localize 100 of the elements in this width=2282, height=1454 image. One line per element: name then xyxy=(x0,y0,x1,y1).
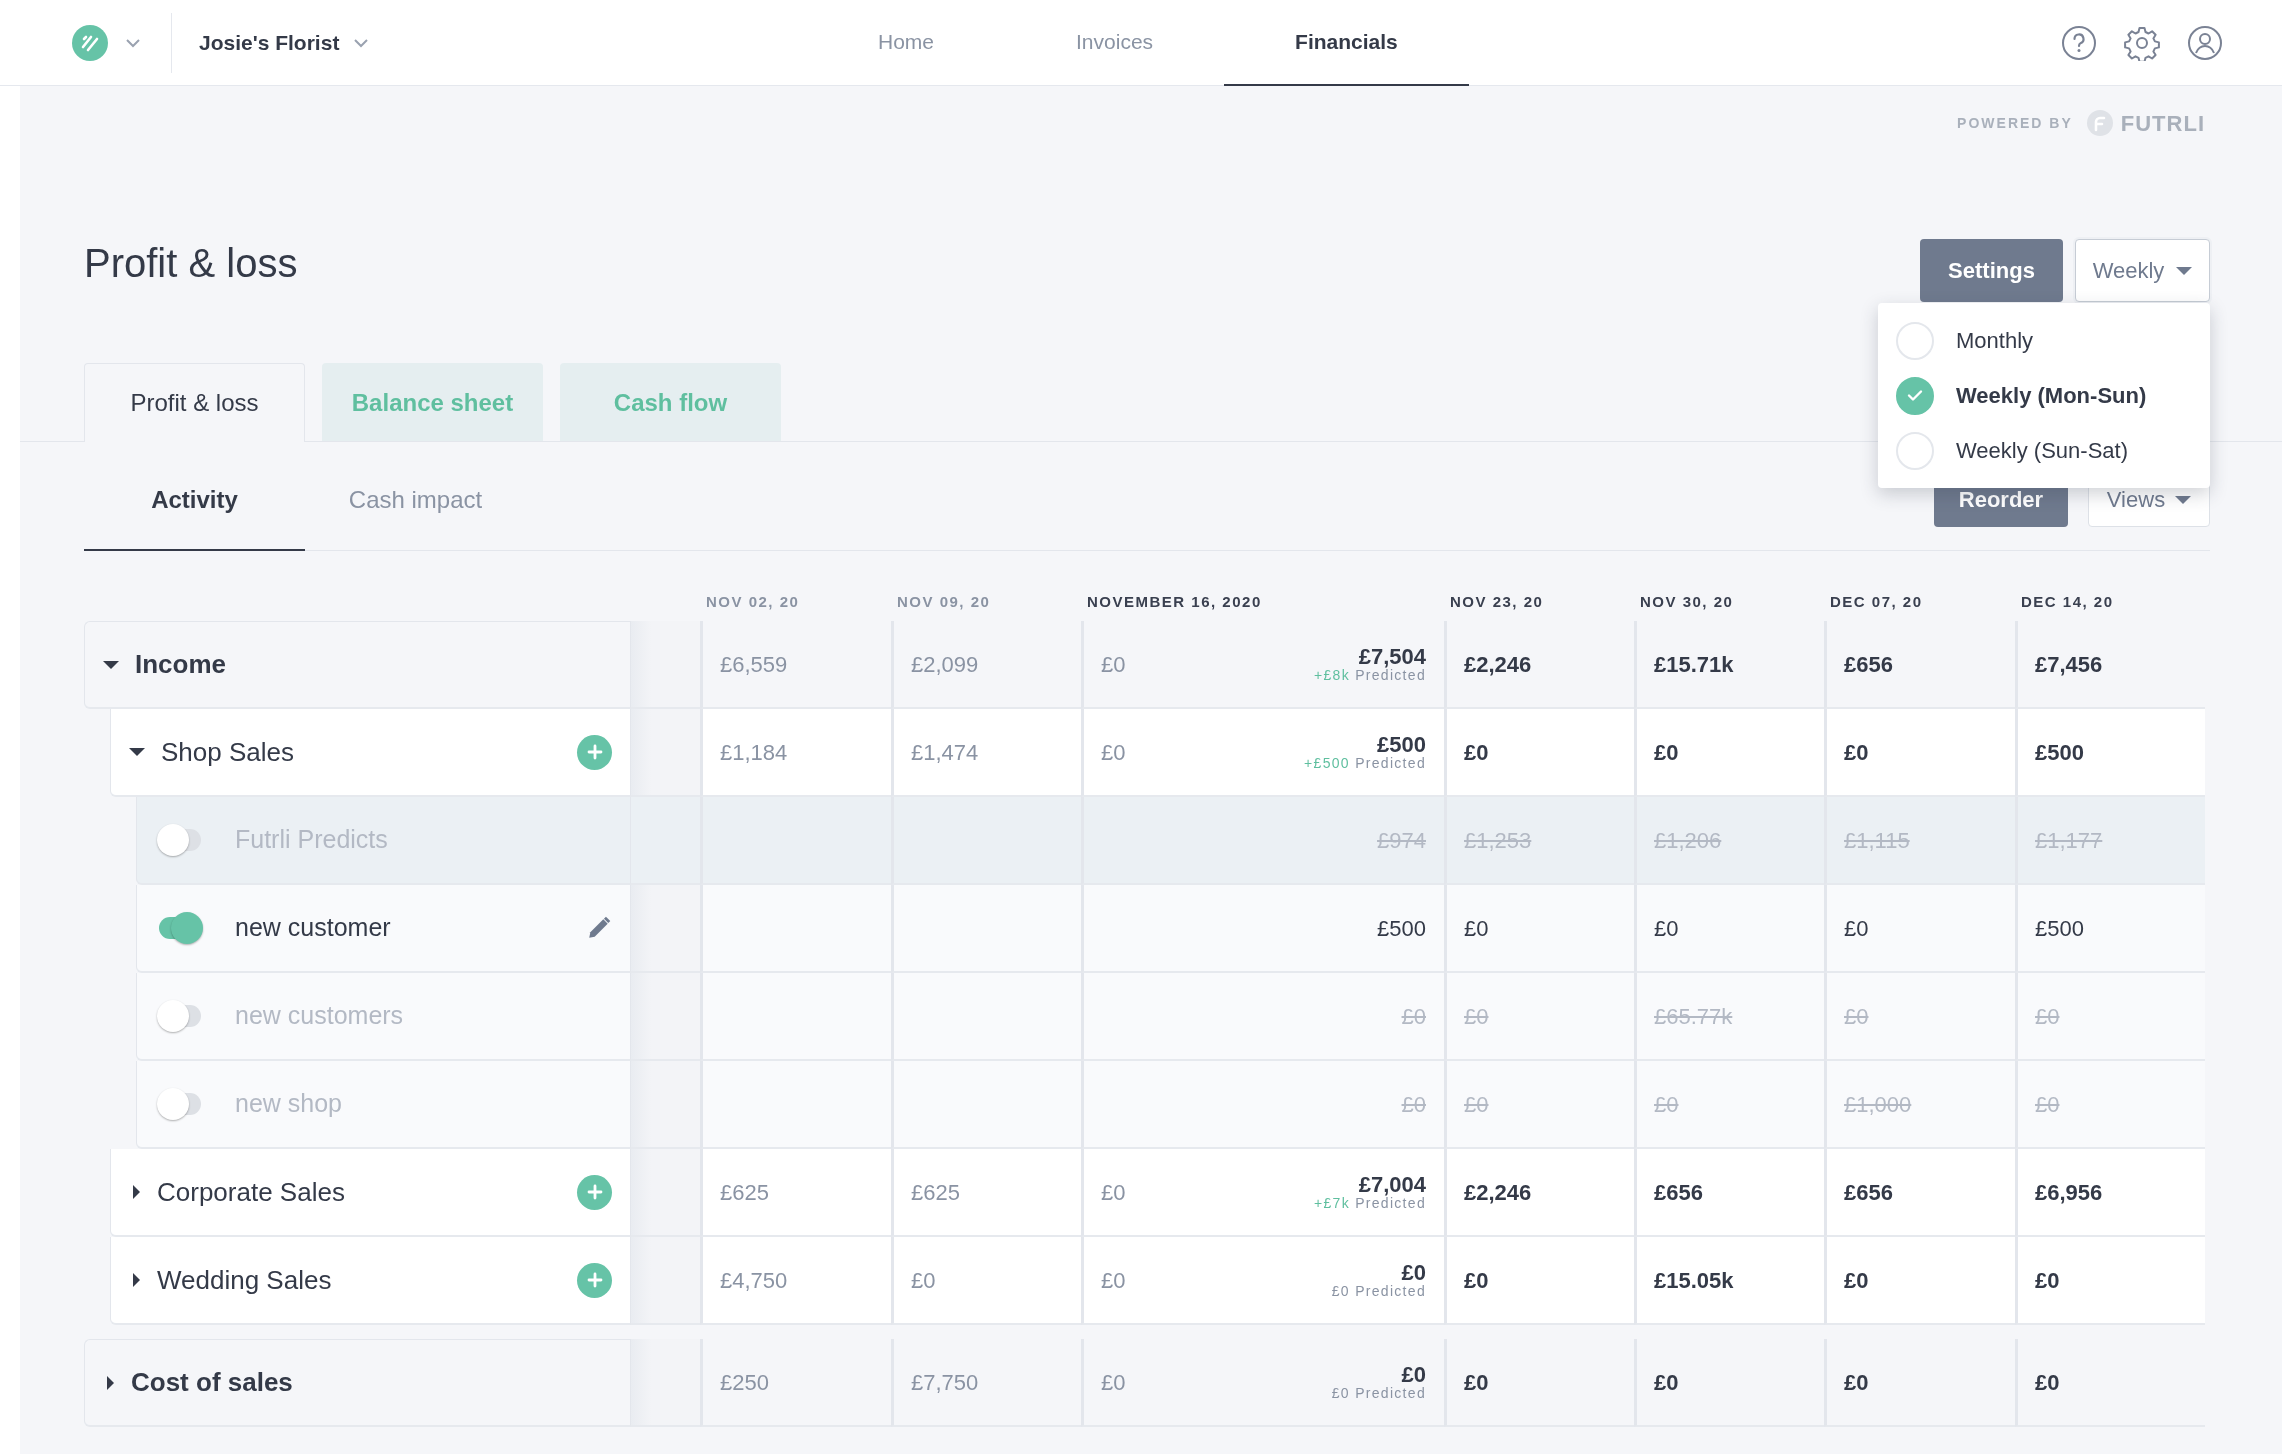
company-name[interactable]: Josie's Florist xyxy=(199,26,340,59)
option-label: Monthly xyxy=(1956,327,2034,355)
column-header: NOV 30, 20 xyxy=(1639,591,1735,612)
table-cell: £500 xyxy=(2015,885,2205,973)
settings-button[interactable]: Settings xyxy=(1920,239,2063,302)
row-label: Futrli Predicts xyxy=(235,824,388,856)
predicted-label: Predicted xyxy=(1355,1195,1426,1212)
caret-icon[interactable] xyxy=(133,1273,140,1287)
subtab[interactable]: Activity xyxy=(84,442,305,551)
table-cell: £625 xyxy=(700,1149,891,1237)
table-cell: £656 xyxy=(1634,1149,1824,1237)
actual-amount: £0 xyxy=(1101,650,1126,679)
predicted-total: £7,004 xyxy=(1358,1173,1426,1197)
actual-amount: £0 xyxy=(1101,1266,1126,1295)
table-cell: £2,246 xyxy=(1444,1149,1634,1237)
logo-icon[interactable] xyxy=(72,24,108,61)
page-title: Profit & loss xyxy=(84,240,298,287)
predicted-total: £500 xyxy=(1377,733,1426,757)
powered-by-label: POWERED BY xyxy=(1957,113,2073,133)
dropdown-option[interactable]: Weekly (Mon-Sun) xyxy=(1878,368,2210,423)
predicted-label: Predicted xyxy=(1355,755,1426,772)
table-cell: £0 xyxy=(891,1237,1081,1325)
edit-button[interactable] xyxy=(586,915,612,941)
chevron-icon[interactable] xyxy=(125,37,141,48)
table-cell: £0 xyxy=(2015,1339,2205,1427)
table-cell: £0 xyxy=(1444,1339,1634,1427)
option-label: Weekly (Mon-Sun) xyxy=(1956,382,2147,410)
table-cell: £1,206 xyxy=(1634,797,1824,885)
nav-link[interactable]: Home xyxy=(807,0,1006,86)
add-button[interactable] xyxy=(577,1174,612,1210)
actual-amount: £0 xyxy=(1101,1178,1126,1207)
chevron-icon[interactable] xyxy=(353,37,370,48)
table-cell: £0 xyxy=(1824,1237,2015,1325)
predicted-total: £0 xyxy=(1401,1261,1426,1285)
column-header: DEC 07, 20 xyxy=(1829,591,1924,612)
caret-icon[interactable] xyxy=(133,1185,140,1199)
table-cell: £2,246 xyxy=(1444,621,1634,709)
table-cell: £1,115 xyxy=(1824,797,2015,885)
actual-amount: £0 xyxy=(1101,738,1126,767)
table-cell: £0 xyxy=(1824,973,2015,1061)
table-cell: £4,750 xyxy=(700,1237,891,1325)
table-cell: £656 xyxy=(1824,1149,2015,1237)
table-cell: £65.77k xyxy=(1634,973,1824,1061)
table-cell: £15.71k xyxy=(1634,621,1824,709)
radio-button[interactable] xyxy=(1896,376,1934,415)
nav-link[interactable]: Invoices xyxy=(1005,0,1225,86)
row-label: new customer xyxy=(235,912,391,944)
column-header: NOV 23, 20 xyxy=(1449,591,1545,612)
column-header: DEC 14, 20 xyxy=(2020,591,2115,612)
table-cell: £0 xyxy=(2015,1237,2205,1325)
table-cell: £0 xyxy=(2015,1061,2205,1149)
dropdown-option[interactable]: Monthly xyxy=(1878,313,2210,368)
caret-icon xyxy=(2175,495,2192,504)
table-cell: £7,750 xyxy=(891,1339,1081,1427)
subtab[interactable]: Cash impact xyxy=(305,442,526,551)
table-cell: £250 xyxy=(700,1339,891,1427)
table-cell: £6,956 xyxy=(2015,1149,2205,1237)
table-cell: £0 xyxy=(1444,1061,1634,1149)
caret-icon[interactable] xyxy=(103,660,119,669)
predicted-change: £0 xyxy=(1331,1283,1350,1300)
predicted-total: £7,504 xyxy=(1358,645,1426,669)
table-cell: £2,099 xyxy=(891,621,1081,709)
add-button[interactable] xyxy=(577,1262,612,1298)
tab[interactable]: Profit & loss xyxy=(84,363,305,442)
column-header: NOV 02, 20 xyxy=(705,591,801,612)
table-cell: £0 xyxy=(1824,885,2015,973)
caret-icon[interactable] xyxy=(107,1375,114,1390)
table-cell: £974 xyxy=(1081,797,1444,885)
predicted-change: +£500 xyxy=(1304,755,1350,772)
table-cell: £1,177 xyxy=(2015,797,2205,885)
settings-icon[interactable] xyxy=(2124,24,2160,61)
add-button[interactable] xyxy=(577,734,612,770)
table-cell: £0 xyxy=(1444,973,1634,1061)
table-cell: £0 xyxy=(1444,1237,1634,1325)
table-cell: £500 xyxy=(2015,709,2205,797)
table-cell: £0 xyxy=(1634,1339,1824,1427)
period-dropdown[interactable]: Weekly xyxy=(2075,239,2210,302)
table-cell: £0 xyxy=(1081,1061,1444,1149)
table-cell: £1,184 xyxy=(700,709,891,797)
help-icon[interactable] xyxy=(2061,24,2097,61)
table-cell: £500 xyxy=(1081,885,1444,973)
predicted-change: £0 xyxy=(1331,1385,1350,1402)
caret-icon xyxy=(2176,266,2193,275)
table-cell: £1,253 xyxy=(1444,797,1634,885)
table-cell: £1,474 xyxy=(891,709,1081,797)
caret-icon[interactable] xyxy=(129,748,145,756)
table-cell: £7,456 xyxy=(2015,621,2205,709)
row-label: Shop Sales xyxy=(161,735,294,769)
table-cell: £0 xyxy=(1634,1061,1824,1149)
brand-name: FUTRLI xyxy=(2120,109,2205,138)
column-header: NOV 09, 20 xyxy=(896,591,992,612)
actual-amount: £0 xyxy=(1101,1368,1126,1397)
predicted-label: Predicted xyxy=(1355,667,1426,684)
table-cell: £0 xyxy=(1824,1339,2015,1427)
table-cell: £0 xyxy=(1634,709,1824,797)
row-label: Corporate Sales xyxy=(157,1175,345,1209)
user-icon[interactable] xyxy=(2187,24,2223,61)
table-cell: £625 xyxy=(891,1149,1081,1237)
row-label: new shop xyxy=(235,1088,343,1120)
table-cell: £0 xyxy=(1444,709,1634,797)
